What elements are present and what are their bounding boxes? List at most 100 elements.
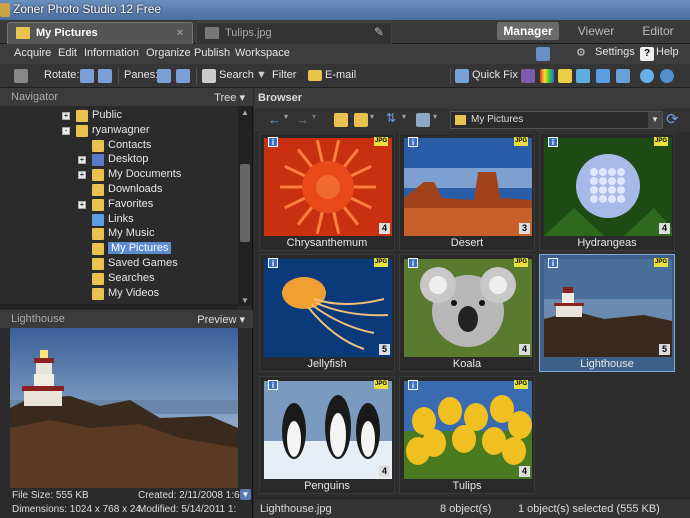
tree-item-label: Public (92, 109, 122, 121)
tree-item-label: My Pictures (108, 242, 172, 255)
status-count: 8 object(s) (440, 503, 492, 515)
thumbnail-item[interactable]: i JPG 4 Penguins (259, 376, 395, 494)
scroll-up-icon[interactable]: ▲ (241, 108, 249, 117)
pane-right-icon[interactable] (176, 69, 190, 83)
monitor-icon[interactable] (536, 47, 550, 61)
thumbnail-caption: Lighthouse (580, 358, 634, 370)
tab-my-pictures[interactable]: My Pictures × (7, 22, 193, 44)
filter-button[interactable]: Filter (272, 69, 296, 81)
scroll-down-icon[interactable]: ▼ (241, 296, 249, 305)
back-icon[interactable]: ← (268, 112, 281, 127)
thumbnail-image (264, 138, 392, 236)
thumbnail-item[interactable]: i JPG 4 Chrysanthemum (259, 133, 395, 251)
pencil-icon[interactable]: ✎ (374, 25, 388, 39)
thumbnail-item[interactable]: i JPG 5 Jellyfish (259, 254, 395, 372)
crop-icon[interactable] (616, 69, 630, 83)
rotate-right-icon[interactable] (98, 69, 112, 83)
thumbnail-item[interactable]: i JPG 5 Lighthouse (539, 254, 675, 372)
info-icon[interactable]: i (548, 258, 558, 268)
expand-icon[interactable]: + (78, 156, 86, 165)
email-button[interactable]: E-mail (325, 69, 356, 81)
collapse-icon[interactable]: - (62, 126, 70, 135)
bulb-icon[interactable] (558, 69, 572, 83)
binoculars-icon (202, 69, 216, 83)
info-icon[interactable]: i (408, 380, 418, 390)
rating-badge: 4 (659, 223, 670, 234)
zoom-in-icon[interactable] (640, 69, 654, 83)
folder-icon (92, 139, 104, 152)
back-dropdown-icon[interactable]: ▾ (284, 112, 288, 121)
adjust-icon[interactable] (521, 69, 535, 83)
menu-organize[interactable]: Organize (146, 47, 191, 59)
left-panel: Navigator Tree ▾ + Public - ryanwagner Conta… (0, 88, 253, 518)
settings-button[interactable]: Settings (595, 46, 635, 58)
thumbnail-item[interactable]: i JPG 4 Tulips (399, 376, 535, 494)
thumbnail-caption: Hydrangeas (577, 237, 637, 249)
expand-icon[interactable]: + (62, 112, 70, 120)
info-icon[interactable]: i (548, 137, 558, 147)
forward-dropdown-icon[interactable]: ▾ (312, 112, 316, 121)
menu-workspace[interactable]: Workspace (235, 47, 290, 59)
viewer-mode-button[interactable]: Viewer (568, 22, 624, 40)
rating-badge: 4 (379, 223, 390, 234)
help-icon[interactable]: ? (640, 47, 654, 61)
folder-icon (92, 184, 104, 196)
thumbnail-image (264, 259, 392, 357)
status-file: Lighthouse.jpg (260, 503, 332, 515)
chevron-down-icon[interactable]: ▼ (648, 112, 662, 128)
info-icon[interactable]: i (268, 380, 278, 390)
refresh-icon[interactable] (660, 69, 674, 83)
help-button[interactable]: Help (656, 46, 679, 58)
pane-left-icon[interactable] (157, 69, 171, 83)
menu-edit[interactable]: Edit (58, 47, 77, 59)
folder-dropdown-icon[interactable]: ▾ (370, 112, 374, 121)
info-icon[interactable]: i (268, 137, 278, 147)
tree-dropdown[interactable]: Tree ▾ (214, 91, 245, 104)
tab-tulips[interactable]: Tulips.jpg (196, 22, 392, 44)
menu-information[interactable]: Information (84, 47, 139, 59)
gear-icon[interactable]: ⚙ (576, 46, 586, 59)
tree-hscrollbar[interactable] (0, 304, 238, 309)
info-icon[interactable]: i (408, 258, 418, 268)
scroll-thumb[interactable] (240, 164, 250, 242)
thumbnail-item[interactable]: i JPG 3 Desert (399, 133, 535, 251)
browser-panel: Browser ← ▾ → ▾ ▾ ⇅ ▾ ▾ My Pictures ▼ ⟳ … (254, 88, 690, 518)
thumbnail-item[interactable]: i JPG 4 Hydrangeas (539, 133, 675, 251)
folder-up-icon[interactable] (334, 113, 348, 127)
sort-icon[interactable]: ⇅ (386, 111, 396, 125)
preview-header: Lighthouse Preview ▾ (0, 310, 253, 328)
view-dropdown-icon[interactable]: ▾ (433, 112, 437, 121)
menu-publish[interactable]: Publish (194, 47, 230, 59)
path-combobox[interactable]: My Pictures ▼ (450, 111, 663, 129)
camera-icon[interactable] (14, 69, 28, 83)
forward-icon[interactable]: → (296, 112, 309, 127)
manager-mode-button[interactable]: Manager (497, 22, 559, 40)
expand-icon[interactable]: + (78, 200, 86, 209)
sort-dropdown-icon[interactable]: ▾ (402, 112, 406, 121)
expand-icon[interactable]: + (78, 171, 86, 180)
thumbnail-caption: Penguins (304, 480, 350, 492)
scroll-info-down-icon[interactable]: ▼ (240, 489, 251, 500)
image-edit-icon[interactable] (596, 69, 610, 83)
preview-dropdown[interactable]: Preview ▾ (197, 313, 245, 326)
refresh-icon[interactable]: ⟳ (666, 110, 679, 128)
tree-scrollbar[interactable]: ▲ ▼ (238, 106, 252, 306)
rating-badge: 4 (379, 466, 390, 477)
jpg-badge-icon: JPG (654, 258, 668, 267)
levels-icon[interactable] (576, 69, 590, 83)
email-icon (308, 70, 322, 81)
color-icon[interactable] (540, 69, 554, 83)
info-icon[interactable]: i (408, 137, 418, 147)
editor-mode-button[interactable]: Editor (630, 22, 686, 40)
info-icon[interactable]: i (268, 258, 278, 268)
thumbnail-item[interactable]: i JPG 4 Koala (399, 254, 535, 372)
search-button[interactable]: Search (219, 69, 254, 81)
thumbnail-image (544, 259, 672, 357)
close-icon[interactable]: × (174, 27, 186, 39)
new-folder-icon[interactable] (354, 113, 368, 127)
preview-mode-label: Preview (197, 314, 237, 326)
menu-acquire[interactable]: Acquire (14, 47, 51, 59)
quick-fix-button[interactable]: Quick Fix (472, 69, 518, 81)
view-mode-icon[interactable] (416, 113, 430, 127)
rotate-left-icon[interactable] (80, 69, 94, 83)
